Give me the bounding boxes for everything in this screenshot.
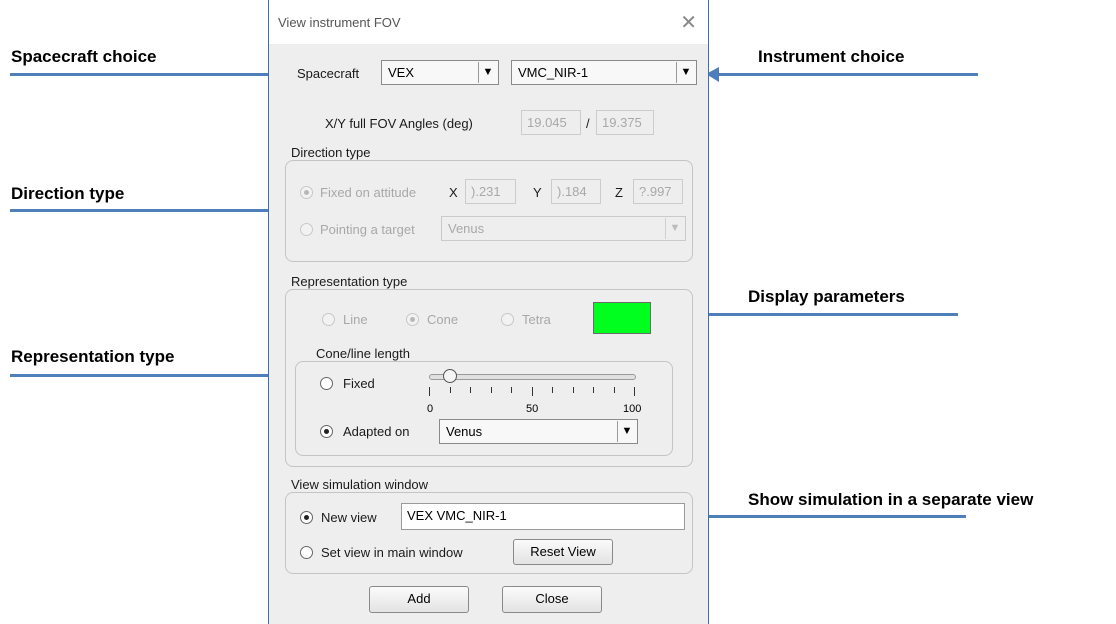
- fixed-label: Fixed: [343, 376, 375, 391]
- cone-label: Cone: [427, 312, 459, 327]
- arrow-simulation: [686, 509, 966, 524]
- direction-type-group: [285, 160, 693, 262]
- reset-view-button[interactable]: Reset View: [513, 539, 613, 565]
- cone-line-length-legend: Cone/line length: [316, 346, 410, 361]
- representation-type-legend: Representation type: [291, 274, 408, 289]
- fov-separator: /: [586, 116, 590, 131]
- slider-tick: [429, 387, 430, 396]
- new-view-label: New view: [321, 510, 377, 525]
- target-select-value: Venus: [448, 221, 485, 236]
- line-radio[interactable]: [322, 313, 335, 326]
- chevron-down-icon[interactable]: ▼: [676, 62, 695, 83]
- arrow-direction: [10, 203, 288, 218]
- line-label: Line: [343, 312, 368, 327]
- arrow-instrument: [706, 67, 978, 82]
- annotation-direction-type: Direction type: [11, 184, 125, 203]
- cone-radio[interactable]: [406, 313, 419, 326]
- set-main-window-label: Set view in main window: [321, 545, 463, 560]
- color-swatch-button[interactable]: [593, 302, 651, 334]
- y-field[interactable]: ).184: [551, 179, 601, 204]
- spacecraft-select[interactable]: VEX ▼: [381, 60, 499, 85]
- view-instrument-fov-dialog: View instrument FOV ✕ Spacecraft VEX ▼ V…: [268, 0, 709, 624]
- target-select[interactable]: Venus ▼: [441, 216, 686, 241]
- chevron-down-icon[interactable]: ▼: [478, 62, 497, 83]
- fov-x-field[interactable]: 19.045: [521, 110, 581, 135]
- slider-tick: [634, 387, 635, 396]
- pointing-target-radio[interactable]: [300, 223, 313, 236]
- length-slider[interactable]: 0 50 100: [427, 367, 642, 417]
- arrow-display: [682, 307, 958, 322]
- z-label: Z: [615, 185, 623, 200]
- instrument-select-value: VMC_NIR-1: [518, 65, 589, 80]
- instrument-select[interactable]: VMC_NIR-1 ▼: [511, 60, 697, 85]
- chevron-down-icon[interactable]: ▼: [617, 421, 636, 442]
- pointing-target-label: Pointing a target: [320, 222, 415, 237]
- annotation-show-simulation: Show simulation in a separate view: [748, 490, 1034, 509]
- slider-track: [429, 374, 636, 380]
- slider-tick: [593, 387, 594, 393]
- slider-tick: [470, 387, 471, 393]
- annotation-spacecraft-choice: Spacecraft choice: [11, 47, 157, 66]
- slider-tick: [449, 387, 451, 393]
- slider-tick: [613, 387, 615, 393]
- arrow-representation: [10, 368, 288, 383]
- slider-tick: [490, 387, 492, 393]
- x-field[interactable]: ).231: [465, 179, 516, 204]
- z-field[interactable]: ?.997: [633, 179, 683, 204]
- title-bar: View instrument FOV ✕: [269, 0, 708, 44]
- slider-tick: [511, 387, 512, 393]
- slider-ticks: [429, 387, 639, 399]
- close-button[interactable]: Close: [502, 586, 602, 613]
- annotation-representation-type: Representation type: [11, 347, 175, 366]
- tick-label-min: 0: [427, 403, 434, 415]
- x-label: X: [449, 185, 458, 200]
- adapted-on-select-value: Venus: [446, 424, 483, 439]
- add-button[interactable]: Add: [369, 586, 469, 613]
- spacecraft-select-value: VEX: [388, 65, 415, 80]
- fixed-on-attitude-label: Fixed on attitude: [320, 185, 417, 200]
- slider-tick: [552, 387, 553, 393]
- view-window-legend: View simulation window: [291, 477, 429, 492]
- slider-thumb[interactable]: [442, 369, 457, 383]
- new-view-radio[interactable]: [300, 511, 313, 524]
- direction-type-legend: Direction type: [291, 145, 371, 160]
- annotation-instrument-choice: Instrument choice: [758, 47, 905, 66]
- adapted-on-radio[interactable]: [320, 425, 333, 438]
- adapted-on-select[interactable]: Venus ▼: [439, 419, 638, 444]
- tetra-label: Tetra: [522, 312, 551, 327]
- new-view-name-input[interactable]: VEX VMC_NIR-1: [401, 503, 685, 530]
- annotation-display-parameters: Display parameters: [748, 287, 905, 306]
- fov-y-field[interactable]: 19.375: [596, 110, 654, 135]
- adapted-on-label: Adapted on: [343, 424, 410, 439]
- close-icon[interactable]: ✕: [680, 10, 697, 35]
- tick-label-max: 100: [623, 403, 642, 415]
- fixed-on-attitude-radio[interactable]: [300, 186, 313, 199]
- chevron-down-icon[interactable]: ▼: [665, 218, 684, 239]
- slider-tick: [572, 387, 574, 393]
- y-label: Y: [533, 185, 542, 200]
- set-main-window-radio[interactable]: [300, 546, 313, 559]
- tetra-radio[interactable]: [501, 313, 514, 326]
- fov-angles-label: X/Y full FOV Angles (deg): [325, 116, 473, 131]
- slider-tick: [531, 387, 533, 396]
- dialog-title: View instrument FOV: [278, 15, 401, 30]
- arrow-spacecraft: [10, 67, 288, 82]
- spacecraft-label: Spacecraft: [297, 66, 360, 81]
- fixed-radio[interactable]: [320, 377, 333, 390]
- tick-label-mid: 50: [526, 403, 539, 415]
